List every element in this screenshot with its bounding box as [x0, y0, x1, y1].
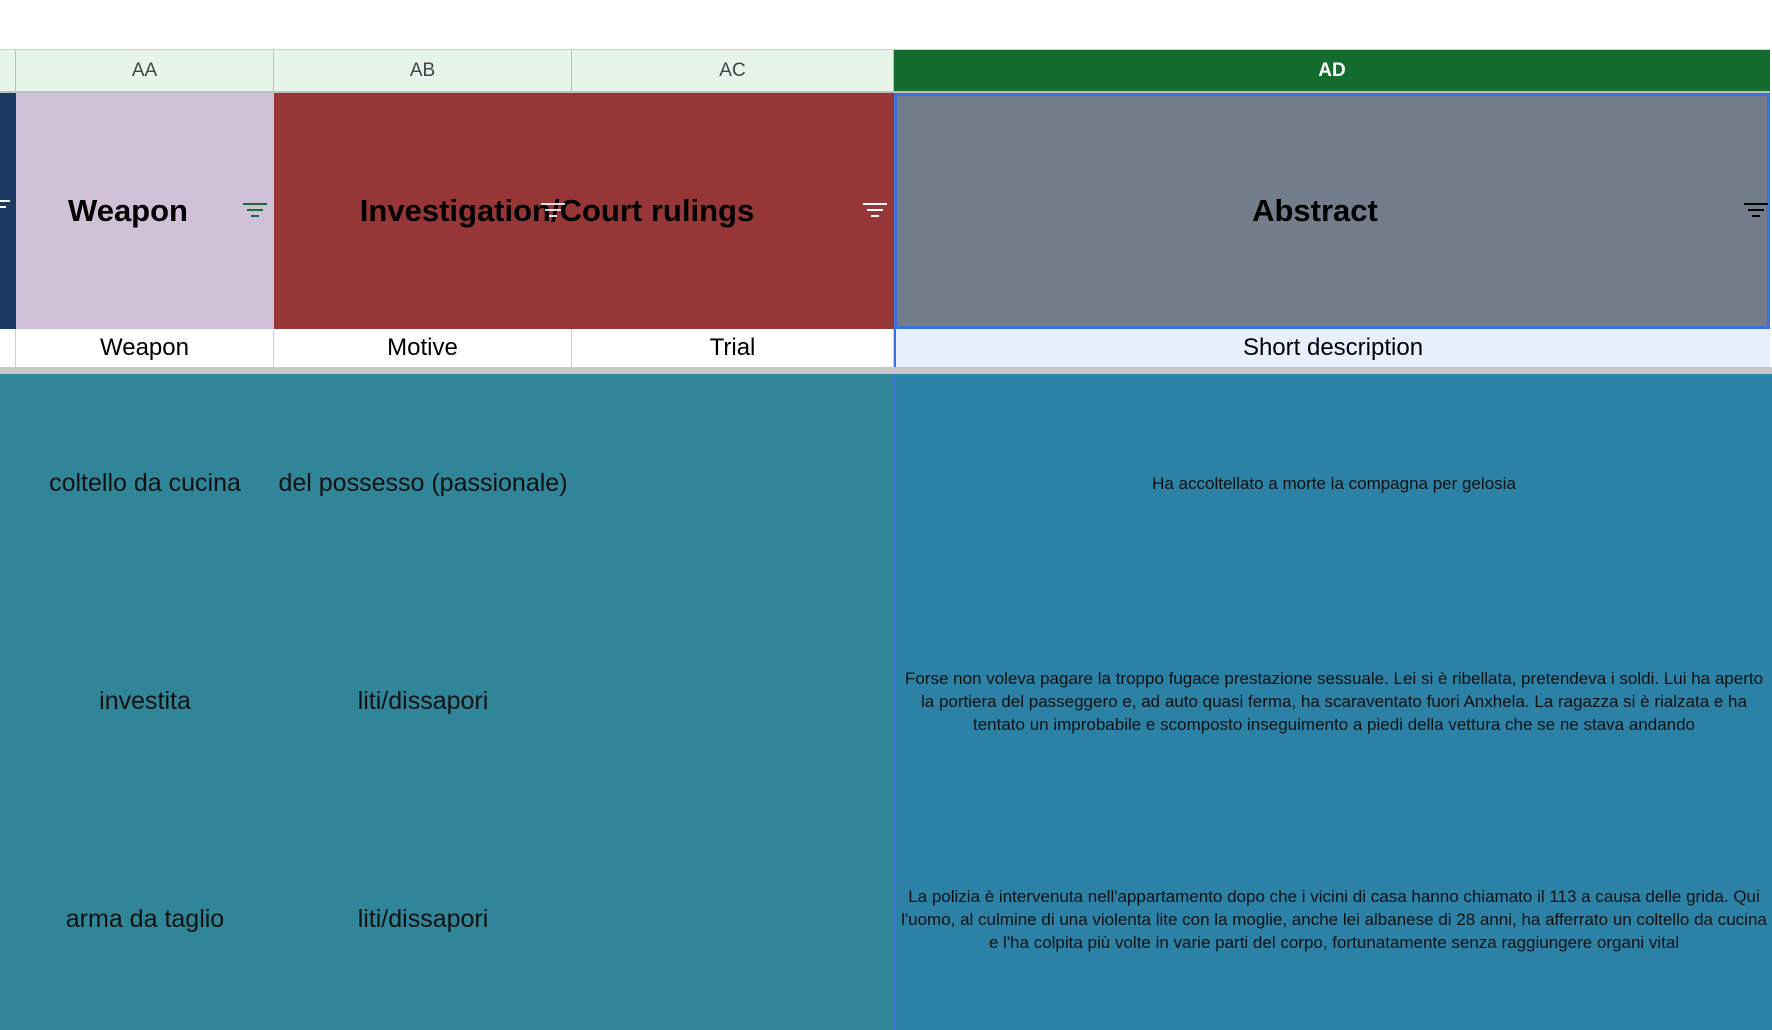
row-header-corner[interactable] [0, 49, 16, 93]
column-header-ad[interactable]: AD [894, 49, 1770, 93]
row-2-weapon[interactable]: investita [16, 592, 274, 810]
weapon-filter-icon[interactable] [243, 203, 267, 219]
abstract-header-label: Abstract [1252, 193, 1378, 228]
row-1-description[interactable]: Ha accoltellato a morte la compagna per … [900, 374, 1768, 592]
weapon-header-label: Weapon [68, 193, 188, 228]
row-3-weapon[interactable]: arma da taglio [16, 810, 274, 1028]
row-2-trial[interactable] [572, 592, 894, 810]
row-header-stub[interactable] [0, 329, 16, 367]
row-3-trial[interactable] [572, 810, 894, 1028]
investigation-filter-icon-ab[interactable] [541, 203, 565, 219]
prev-filter-icon[interactable] [0, 200, 10, 216]
frozen-row-divider[interactable] [0, 367, 1772, 374]
abstract-header[interactable]: Abstract [894, 93, 1770, 329]
row-3-motive[interactable]: liti/dissapori [274, 810, 572, 1028]
investigation-filter-icon-ac[interactable] [863, 203, 887, 219]
subheader-short-description[interactable]: Short description [894, 329, 1770, 367]
column-header-ac[interactable]: AC [572, 49, 894, 93]
column-header-aa[interactable]: AA [16, 49, 274, 93]
row-1-weapon[interactable]: coltello da cucina [16, 374, 274, 592]
column-header-ab[interactable]: AB [274, 49, 572, 93]
investigation-header[interactable]: Investigation/Court rulings [274, 93, 894, 329]
row-2-description[interactable]: Forse non voleva pagare la troppo fugace… [900, 592, 1768, 810]
row-2-motive[interactable]: liti/dissapori [274, 592, 572, 810]
subheader-weapon[interactable]: Weapon [16, 329, 274, 367]
subheader-motive[interactable]: Motive [274, 329, 572, 367]
row-1-trial[interactable] [572, 374, 894, 592]
toolbar-area [0, 0, 1772, 49]
abstract-filter-icon[interactable] [1744, 203, 1768, 219]
row-3-description[interactable]: La polizia è intervenuta nell'appartamen… [900, 810, 1768, 1028]
row-1-motive[interactable]: del possesso (passionale) [274, 374, 572, 592]
subheader-trial[interactable]: Trial [572, 329, 894, 367]
weapon-header[interactable]: Weapon [16, 93, 274, 329]
